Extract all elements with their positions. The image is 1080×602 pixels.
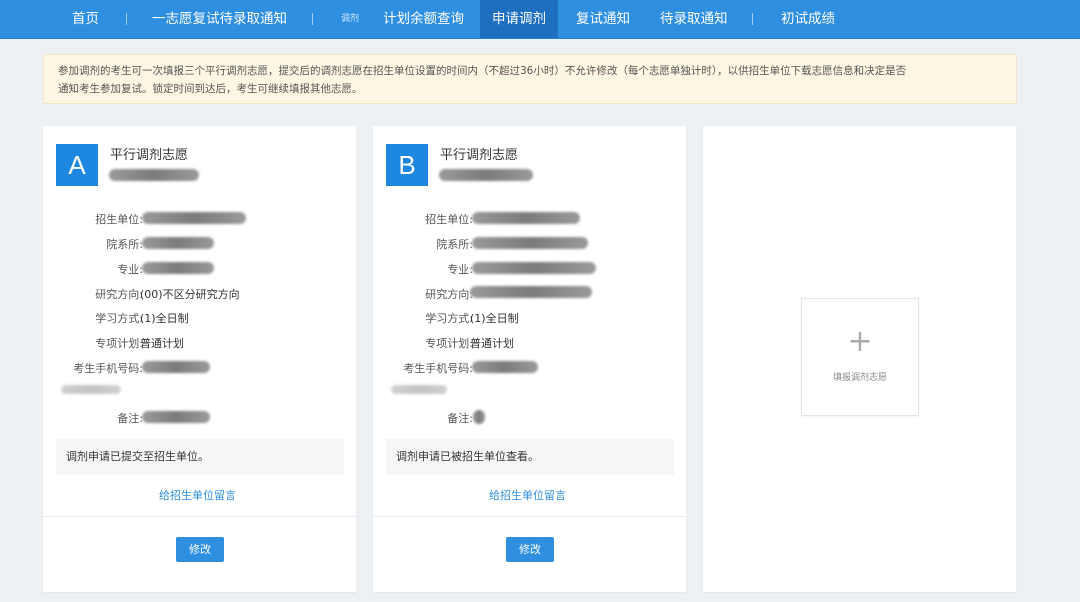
notice-line-2: 通知考生参加复试。锁定时间到达后，考生可继续填报其他志愿。 — [58, 80, 1002, 98]
redacted-extra-line — [61, 385, 121, 394]
redacted-department — [472, 237, 588, 249]
label-department: 院系所: — [43, 236, 143, 252]
redacted-major — [142, 262, 214, 274]
label-department: 院系所: — [373, 236, 473, 252]
value-direction: (00)不区分研究方向 — [140, 286, 240, 302]
value-plan: 普通计划 — [140, 335, 184, 351]
nav-quota-query[interactable]: 计划余额查询 — [383, 0, 464, 38]
card-divider — [43, 516, 356, 517]
label-major: 专业: — [43, 261, 143, 277]
label-phone: 考生手机号码: — [373, 360, 473, 376]
redacted-school — [142, 212, 246, 224]
label-study-mode: 学习方式: — [373, 310, 473, 326]
redacted-department — [142, 237, 214, 249]
redacted-phone — [142, 361, 210, 373]
add-adjust-label: 填报调剂志愿 — [802, 370, 918, 383]
nav-separator — [312, 13, 313, 25]
label-school: 招生单位: — [43, 211, 143, 227]
notice-line-1: 参加调剂的考生可一次填报三个平行调剂志愿，提交后的调剂志愿在招生单位设置的时间内… — [58, 62, 1002, 80]
label-plan: 专项计划: — [373, 335, 473, 351]
add-adjust-card: + 填报调剂志愿 — [703, 126, 1016, 592]
message-school-link[interactable]: 给招生单位留言 — [489, 487, 566, 503]
card-title: 平行调剂志愿 — [110, 144, 188, 163]
label-note: 备注: — [43, 410, 143, 426]
top-nav: 首页 一志愿复试待录取通知 调剂 计划余额查询 申请调剂 复试通知 待录取通知 … — [0, 0, 1080, 39]
message-school-link[interactable]: 给招生单位留言 — [159, 487, 236, 503]
redacted-major — [472, 262, 596, 274]
nav-home[interactable]: 首页 — [72, 0, 99, 38]
nav-admission-notice[interactable]: 待录取通知 — [660, 0, 728, 38]
label-plan: 专项计划: — [43, 335, 143, 351]
redacted-subtitle — [109, 169, 199, 181]
edit-button[interactable]: 修改 — [506, 537, 554, 562]
value-study-mode: (1)全日制 — [140, 310, 189, 326]
status-message: 调剂申请已被招生单位查看。 — [386, 439, 674, 475]
nav-separator — [126, 13, 127, 25]
plus-icon: + — [802, 327, 918, 357]
card-letter-badge: B — [386, 144, 428, 186]
value-plan: 普通计划 — [470, 335, 514, 351]
add-adjust-button[interactable]: + 填报调剂志愿 — [801, 298, 919, 416]
label-note: 备注: — [373, 410, 473, 426]
redacted-extra-line — [391, 385, 447, 394]
nav-apply-adjust[interactable]: 申请调剂 — [480, 0, 558, 38]
redacted-subtitle — [439, 169, 533, 181]
nav-initial-score[interactable]: 初试成绩 — [781, 0, 835, 38]
adjust-card-a: A 平行调剂志愿 招生单位: 院系所: 专业: 研究方向: (00)不区分研究方… — [43, 126, 356, 592]
edit-button[interactable]: 修改 — [176, 537, 224, 562]
value-study-mode: (1)全日制 — [470, 310, 519, 326]
card-letter-badge: A — [56, 144, 98, 186]
nav-retest-notice[interactable]: 复试通知 — [576, 0, 630, 38]
redacted-phone — [472, 361, 538, 373]
redacted-note — [473, 410, 485, 424]
nav-first-choice-notice[interactable]: 一志愿复试待录取通知 — [152, 0, 287, 38]
card-divider — [373, 516, 686, 517]
redacted-note — [142, 411, 210, 423]
label-direction: 研究方向: — [373, 286, 473, 302]
nav-adjust-tag: 调剂 — [341, 0, 359, 38]
label-school: 招生单位: — [373, 211, 473, 227]
redacted-direction — [470, 286, 592, 298]
redacted-school — [472, 212, 580, 224]
adjust-card-b: B 平行调剂志愿 招生单位: 院系所: 专业: 研究方向: 学习方式: (1)全… — [373, 126, 686, 592]
notice-banner: 参加调剂的考生可一次填报三个平行调剂志愿，提交后的调剂志愿在招生单位设置的时间内… — [43, 54, 1017, 104]
nav-separator — [752, 13, 753, 25]
card-title: 平行调剂志愿 — [440, 144, 518, 163]
label-direction: 研究方向: — [43, 286, 143, 302]
status-message: 调剂申请已提交至招生单位。 — [56, 439, 344, 475]
label-study-mode: 学习方式: — [43, 310, 143, 326]
label-major: 专业: — [373, 261, 473, 277]
label-phone: 考生手机号码: — [43, 360, 143, 376]
